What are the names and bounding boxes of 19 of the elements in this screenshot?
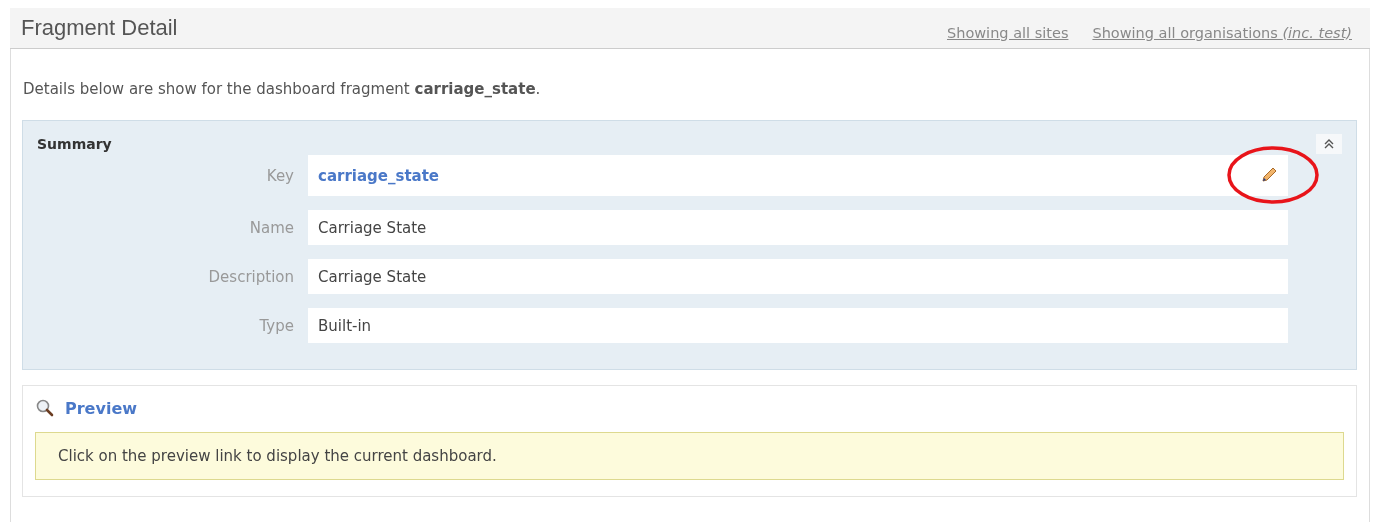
notice-message: Click on the preview link to display the current dashboard. [35, 432, 1344, 480]
field-label: Type [258, 316, 295, 335]
value-text: Built-in [318, 316, 372, 335]
pencil-icon[interactable] [1260, 166, 1278, 184]
field-label: Description [207, 267, 295, 286]
field-label: Name [248, 218, 295, 237]
field-label: Key [265, 166, 295, 185]
page-title: Fragment Detail [21, 15, 178, 41]
filter-link[interactable]: Showing all organisations (inc. test) [1092, 24, 1352, 41]
search-icon [35, 398, 55, 418]
key-link[interactable]: carriage_state [318, 166, 440, 185]
intro-text: Details below are show for the dashboard fragment carriage_state. [23, 80, 542, 98]
panel-title: Summary [37, 136, 112, 152]
chevron-icon [1324, 138, 1334, 150]
preview-link[interactable]: Preview [65, 398, 137, 418]
value-text: Carriage State [318, 218, 427, 237]
filter-link[interactable]: Showing all sites [947, 24, 1069, 41]
value-text: Carriage State [318, 267, 427, 286]
collapse-button[interactable] [1316, 134, 1342, 154]
